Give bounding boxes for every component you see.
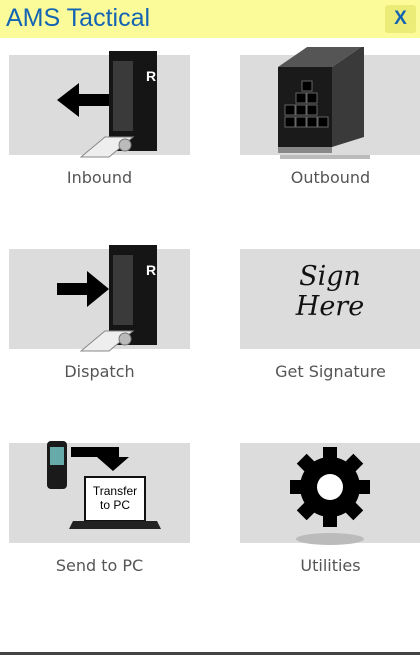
outbound-tile[interactable]: Outbound — [240, 47, 420, 245]
transfer-text-line-2: to PC — [100, 498, 130, 512]
transfer-text-line-1: Transfer — [93, 484, 137, 498]
send-to-pc-tile[interactable]: Transfer to PC Send to PC — [9, 441, 190, 633]
inbound-label: Inbound — [66, 168, 133, 187]
transfer-to-pc-icon: Transfer to PC — [47, 441, 161, 529]
utilities-tile[interactable]: Utilities — [240, 443, 420, 633]
get-signature-tile[interactable]: Sign Here Get Signature — [240, 249, 420, 439]
sign-here-icon: Sign Here — [295, 261, 364, 322]
send-to-pc-label: Send to PC — [55, 556, 144, 575]
svg-text:R: R — [146, 68, 156, 84]
title-bar: AMS Tactical X — [0, 0, 420, 38]
app-title: AMS Tactical — [6, 4, 151, 32]
sign-line-2: Here — [295, 291, 364, 322]
gear-icon — [290, 447, 370, 545]
outbound-label: Outbound — [290, 168, 371, 187]
get-signature-label: Get Signature — [275, 362, 386, 381]
truck-arrow-left-icon: R — [57, 51, 157, 158]
truck-arrow-right-icon: R — [57, 245, 157, 352]
inbound-tile[interactable]: R Inbound — [9, 51, 190, 245]
loaded-trailer-icon — [278, 47, 370, 159]
dispatch-tile[interactable]: R Dispatch — [9, 245, 190, 439]
utilities-label: Utilities — [300, 556, 361, 575]
sign-line-1: Sign — [299, 261, 361, 292]
close-button[interactable]: X — [385, 5, 416, 33]
svg-text:R: R — [146, 262, 156, 278]
dispatch-label: Dispatch — [64, 362, 135, 381]
